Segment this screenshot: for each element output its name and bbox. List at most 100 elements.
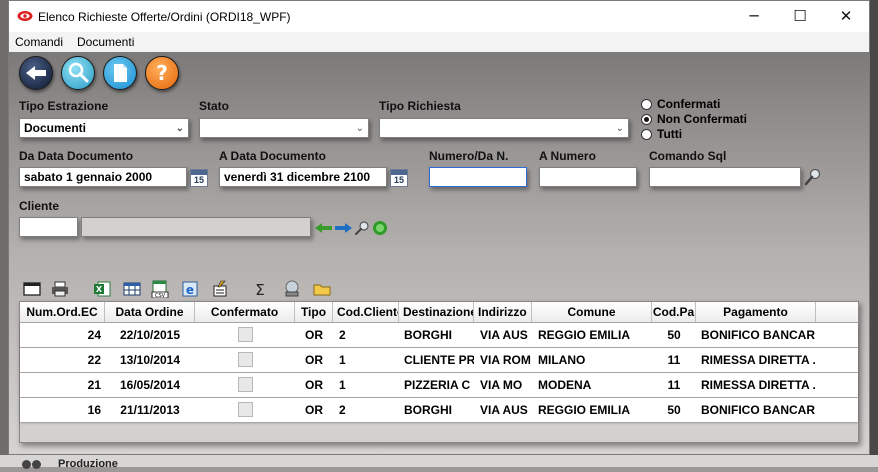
back-button[interactable] bbox=[19, 56, 53, 90]
cell-comune: MILANO bbox=[538, 353, 586, 367]
table-row[interactable]: 24 22/10/2015 OR 2 BORGHI VIA AUS REGGIO… bbox=[20, 323, 858, 347]
confermato-checkbox[interactable] bbox=[237, 402, 253, 418]
cell-confermato bbox=[195, 398, 295, 422]
stato-select[interactable]: ⌄ bbox=[199, 118, 369, 138]
cell-data: 21/11/2013 bbox=[120, 403, 180, 417]
radio-tutti[interactable] bbox=[641, 129, 652, 140]
col-header-num[interactable]: Num.Ord.EC bbox=[20, 302, 105, 322]
cell-data: 13/10/2014 bbox=[119, 353, 181, 367]
magnifier-icon[interactable] bbox=[355, 221, 369, 235]
new-document-button[interactable] bbox=[103, 56, 137, 90]
tipo-estrazione-label: Tipo Estrazione bbox=[19, 99, 109, 113]
cell-pagamento: RIMESSA DIRETTA . bbox=[701, 353, 816, 367]
col-header-comune[interactable]: Comune bbox=[532, 302, 652, 322]
minimize-button[interactable]: ─ bbox=[731, 1, 777, 32]
content-area: ? Tipo Estrazione Documenti ⌄ Stato ⌄ Ti… bbox=[9, 52, 869, 454]
svg-text:e: e bbox=[186, 283, 194, 297]
sigma-icon[interactable]: Σ bbox=[251, 280, 269, 298]
cell-tipo: OR bbox=[305, 353, 323, 367]
cell-pagamento: RIMESSA DIRETTA . bbox=[701, 378, 816, 392]
radio-non-confermati-label: Non Confermati bbox=[657, 112, 747, 126]
confermato-checkbox[interactable] bbox=[237, 352, 253, 368]
arrows-icon[interactable] bbox=[315, 223, 352, 233]
tipo-estrazione-select[interactable]: Documenti ⌄ bbox=[19, 118, 189, 138]
table-row[interactable]: 22 13/10/2014 OR 1 CLIENTE PR VIA ROM MI… bbox=[20, 348, 858, 372]
svg-text:Σ: Σ bbox=[255, 281, 264, 298]
browser-icon[interactable]: e bbox=[181, 280, 199, 298]
numero-da-input[interactable] bbox=[429, 167, 527, 187]
col-header-indirizzo[interactable]: Indirizzo bbox=[474, 302, 532, 322]
da-data-label: Da Data Documento bbox=[19, 149, 134, 163]
calendar-icon[interactable]: 15 bbox=[190, 169, 208, 187]
tipo-richiesta-select[interactable]: ⌄ bbox=[379, 118, 629, 138]
printer-icon[interactable] bbox=[51, 280, 69, 298]
table-row[interactable]: 21 16/05/2014 OR 1 PIZZERIA C VIA MO MOD… bbox=[20, 373, 858, 397]
chevron-down-icon: ⌄ bbox=[615, 123, 624, 134]
menu-comandi[interactable]: Comandi bbox=[15, 35, 63, 49]
radio-tutti-label: Tutti bbox=[657, 127, 683, 141]
a-numero-input[interactable] bbox=[539, 167, 637, 187]
folder-icon[interactable] bbox=[313, 280, 331, 298]
background-app-bar: Produzione bbox=[0, 455, 878, 470]
cell-cod-pa: 11 bbox=[667, 353, 681, 367]
cell-pagamento: BONIFICO BANCAR bbox=[701, 403, 815, 417]
document-icon bbox=[114, 64, 127, 82]
radio-confermati[interactable] bbox=[641, 99, 652, 110]
sql-search-icon[interactable] bbox=[804, 167, 822, 187]
cell-cod-pa: 50 bbox=[667, 328, 681, 342]
help-button[interactable]: ? bbox=[145, 56, 179, 90]
question-mark-icon: ? bbox=[156, 61, 168, 85]
cliente-label: Cliente bbox=[19, 199, 60, 213]
radio-non-confermati[interactable] bbox=[641, 114, 652, 125]
cell-tipo: OR bbox=[305, 378, 323, 392]
cell-tipo: OR bbox=[305, 403, 323, 417]
cell-destinazione: BORGHI bbox=[404, 403, 452, 417]
edit-document-icon[interactable] bbox=[211, 280, 229, 298]
a-numero-label: A Numero bbox=[539, 149, 596, 163]
col-header-data[interactable]: Data Ordine bbox=[105, 302, 195, 322]
col-header-destinazione[interactable]: Destinazione bbox=[399, 302, 474, 322]
cell-cod-pa: 11 bbox=[667, 378, 681, 392]
confermato-checkbox[interactable] bbox=[237, 377, 253, 393]
cliente-lookup-icons bbox=[315, 221, 387, 235]
a-data-label: A Data Documento bbox=[219, 149, 326, 163]
table-icon[interactable] bbox=[123, 280, 141, 298]
col-header-cod-cliente[interactable]: Cod.Cliente bbox=[333, 302, 399, 322]
chevron-down-icon: ⌄ bbox=[175, 123, 184, 134]
cell-comune: MODENA bbox=[538, 378, 592, 392]
new-client-icon[interactable] bbox=[373, 221, 387, 235]
table-row[interactable]: 16 21/11/2013 OR 2 BORGHI VIA AUS REGGIO… bbox=[20, 398, 858, 422]
cell-confermato bbox=[195, 373, 295, 397]
csv-export-icon[interactable]: CSV bbox=[151, 280, 169, 298]
col-header-cod-pa[interactable]: Cod.Pa bbox=[652, 302, 696, 322]
orders-grid: Num.Ord.EC Data Ordine Confermato Tipo C… bbox=[19, 301, 859, 443]
calendar-icon[interactable]: 15 bbox=[390, 169, 408, 187]
menu-bar: Comandi Documenti bbox=[9, 32, 869, 52]
confermato-checkbox[interactable] bbox=[237, 327, 253, 343]
col-header-confermato[interactable]: Confermato bbox=[195, 302, 295, 322]
window-icon[interactable] bbox=[23, 280, 41, 298]
col-header-pagamento[interactable]: Pagamento bbox=[696, 302, 816, 322]
da-data-field[interactable]: sabato 1 gennaio 2000 bbox=[19, 167, 187, 187]
cell-indirizzo: VIA AUS bbox=[480, 403, 528, 417]
svg-text:?: ? bbox=[156, 61, 168, 85]
background-right-edge bbox=[870, 0, 878, 455]
close-button[interactable]: ✕ bbox=[823, 1, 869, 32]
background-app-icon bbox=[22, 458, 52, 469]
cell-num: 16 bbox=[87, 403, 101, 417]
cliente-name-field bbox=[81, 217, 311, 237]
cliente-code-input[interactable] bbox=[19, 217, 78, 237]
search-button[interactable] bbox=[61, 56, 95, 90]
menu-documenti[interactable]: Documenti bbox=[77, 35, 134, 49]
network-drive-icon[interactable] bbox=[283, 280, 301, 298]
comando-sql-input[interactable] bbox=[649, 167, 801, 187]
app-logo-icon bbox=[17, 11, 33, 21]
cell-destinazione: PIZZERIA C bbox=[404, 378, 471, 392]
tipo-estrazione-value: Documenti bbox=[24, 121, 87, 135]
cell-indirizzo: VIA ROM bbox=[480, 353, 531, 367]
maximize-button[interactable]: ☐ bbox=[777, 1, 823, 32]
a-data-field[interactable]: venerdì 31 dicembre 2100 bbox=[219, 167, 387, 187]
chevron-down-icon: ⌄ bbox=[355, 123, 364, 134]
excel-icon[interactable]: X bbox=[93, 280, 111, 298]
col-header-tipo[interactable]: Tipo bbox=[295, 302, 333, 322]
